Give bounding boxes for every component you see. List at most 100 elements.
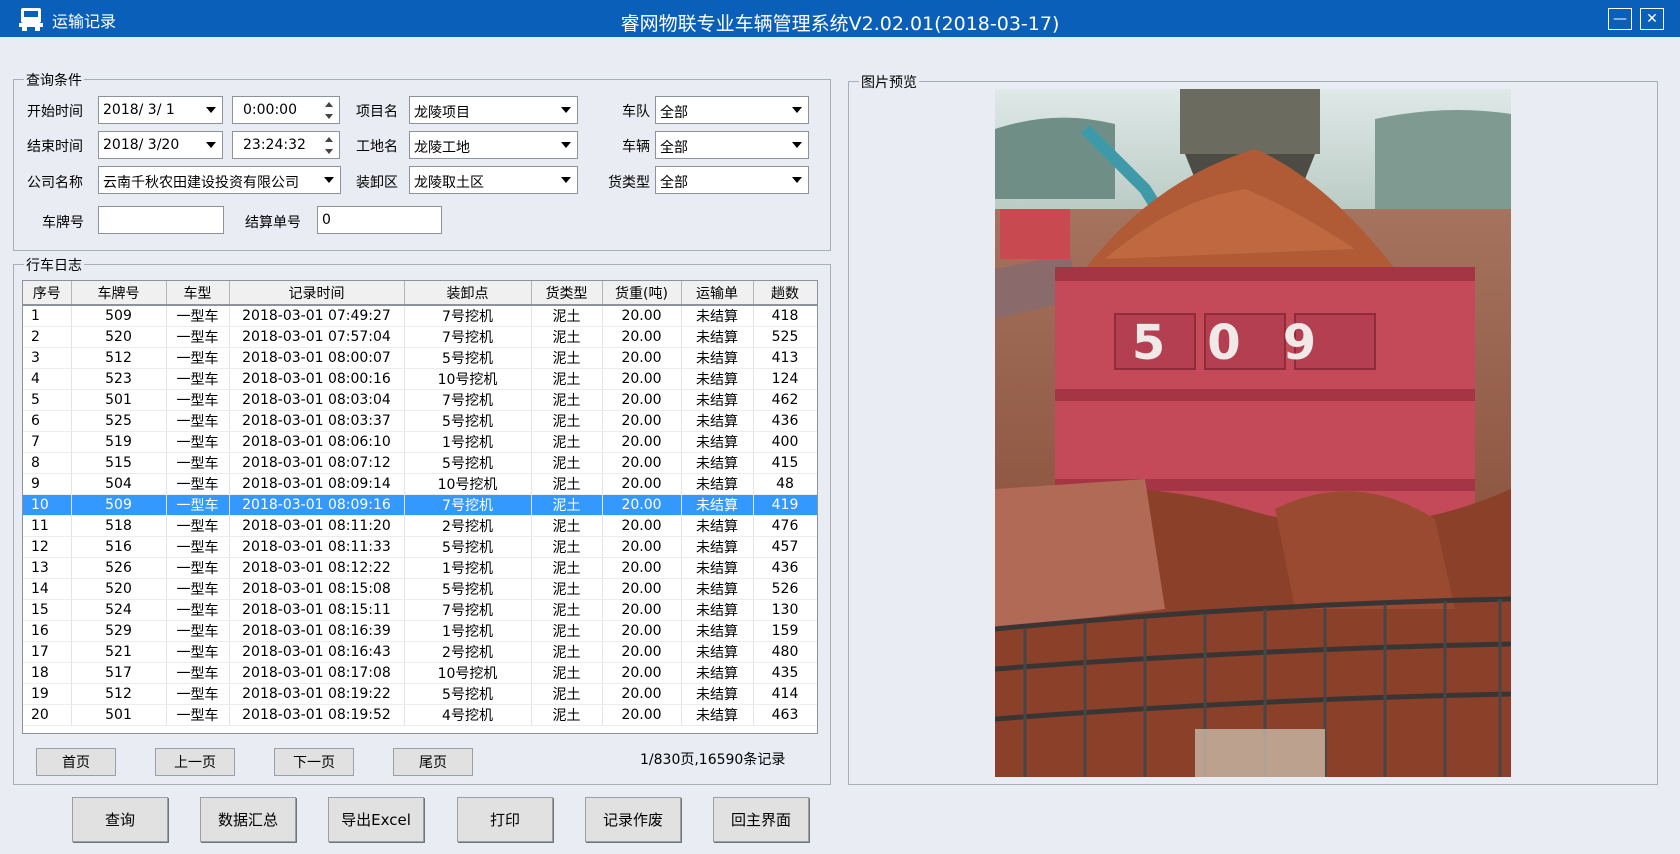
table-cell: 13 — [23, 557, 72, 579]
column-header[interactable]: 装卸点 — [404, 281, 532, 306]
table-row[interactable]: 15 524 一型车 2018-03-01 08:15:11 7号挖机 泥土 20.00 未结… — [23, 599, 817, 621]
end-date-picker[interactable]: 2018/ 3/20 — [98, 131, 223, 159]
company-select[interactable]: 云南千秋农田建设投资有限公司 — [98, 166, 341, 194]
column-header[interactable]: 车型 — [166, 281, 230, 306]
table-cell: 泥土 — [531, 620, 603, 642]
chevron-down-icon[interactable] — [787, 169, 807, 191]
truck-photo: 509 — [995, 89, 1511, 777]
table-row[interactable]: 19 512 一型车 2018-03-01 08:19:22 5号挖机 泥土 20.00 未结… — [23, 683, 817, 705]
table-cell: 20.00 — [602, 578, 682, 600]
table-row[interactable]: 8 515 一型车 2018-03-01 08:07:12 5号挖机 泥土 20.00 未结算… — [23, 452, 817, 474]
export-excel-button[interactable]: 导出Excel — [328, 797, 424, 842]
prev-page-button[interactable]: 上一页 — [155, 748, 235, 776]
column-header[interactable]: 货重(吨) — [602, 281, 682, 306]
chevron-down-icon[interactable] — [556, 169, 576, 191]
chevron-down-icon[interactable] — [556, 134, 576, 156]
table-row[interactable]: 1 509 一型车 2018-03-01 07:49:27 7号挖机 泥土 20.00 未结算… — [23, 305, 817, 327]
table-cell: 20.00 — [602, 473, 682, 495]
chevron-down-icon[interactable] — [201, 134, 221, 156]
table-cell: 6 — [23, 410, 72, 432]
chevron-down-icon[interactable] — [319, 169, 339, 191]
table-row[interactable]: 11 518 一型车 2018-03-01 08:11:20 2号挖机 泥土 20.00 未结… — [23, 515, 817, 537]
spin-up-icon[interactable] — [320, 133, 338, 145]
table-row[interactable]: 14 520 一型车 2018-03-01 08:15:08 5号挖机 泥土 20.00 未结… — [23, 578, 817, 600]
load-area-value: 龙陵取土区 — [414, 175, 484, 191]
table-cell: 524 — [71, 599, 167, 621]
table-cell: 519 — [71, 431, 167, 453]
minimize-button[interactable]: — — [1608, 8, 1632, 30]
chevron-down-icon[interactable] — [556, 99, 576, 121]
last-page-button[interactable]: 尾页 — [393, 748, 473, 776]
table-cell: 1号挖机 — [404, 557, 532, 579]
table-row[interactable]: 7 519 一型车 2018-03-01 08:06:10 1号挖机 泥土 20.00 未结算… — [23, 431, 817, 453]
fleet-select[interactable]: 全部 — [655, 96, 809, 124]
table-row[interactable]: 4 523 一型车 2018-03-01 08:00:16 10号挖机 泥土 20.00 未结… — [23, 368, 817, 390]
table-cell: 3 — [23, 347, 72, 369]
chevron-down-icon[interactable] — [201, 99, 221, 121]
table-cell: 泥土 — [531, 494, 603, 516]
spin-up-icon[interactable] — [320, 98, 338, 110]
chevron-down-icon[interactable] — [787, 134, 807, 156]
table-cell: 20.00 — [602, 452, 682, 474]
vehicle-select[interactable]: 全部 — [655, 131, 809, 159]
table-row[interactable]: 9 504 一型车 2018-03-01 08:09:14 10号挖机 泥土 20.00 未结… — [23, 473, 817, 495]
table-cell: 526 — [71, 557, 167, 579]
first-page-button[interactable]: 首页 — [36, 748, 116, 776]
table-row[interactable]: 16 529 一型车 2018-03-01 08:16:39 1号挖机 泥土 20.00 未结… — [23, 620, 817, 642]
column-header[interactable]: 运输单 — [681, 281, 754, 306]
spin-down-icon[interactable] — [320, 145, 338, 157]
plate-input[interactable] — [98, 206, 224, 234]
print-button[interactable]: 打印 — [457, 797, 553, 842]
table-row[interactable]: 17 521 一型车 2018-03-01 08:16:43 2号挖机 泥土 20.00 未结… — [23, 641, 817, 663]
query-legend: 查询条件 — [24, 70, 84, 90]
load-area-label: 装卸区 — [356, 175, 398, 191]
cargo-type-select[interactable]: 全部 — [655, 166, 809, 194]
table-row[interactable]: 18 517 一型车 2018-03-01 08:17:08 10号挖机 泥土 20.00 未… — [23, 662, 817, 684]
start-date-picker[interactable]: 2018/ 3/ 1 — [98, 96, 223, 124]
table-cell: 一型车 — [166, 620, 230, 642]
table-cell: 20.00 — [602, 368, 682, 390]
end-time-spinner[interactable]: 23:24:32 — [232, 131, 340, 159]
table-cell: 一型车 — [166, 662, 230, 684]
table-cell: 一型车 — [166, 326, 230, 348]
column-header[interactable]: 趟数 — [753, 281, 817, 306]
spin-down-icon[interactable] — [320, 110, 338, 122]
table-row[interactable]: 13 526 一型车 2018-03-01 08:12:22 1号挖机 泥土 20.00 未结… — [23, 557, 817, 579]
page-info: 1/830页,16590条记录 — [640, 752, 786, 768]
table-cell: 462 — [753, 389, 817, 411]
table-cell: 2018-03-01 08:12:22 — [229, 557, 405, 579]
column-header[interactable]: 车牌号 — [71, 281, 167, 306]
table-row[interactable]: 2 520 一型车 2018-03-01 07:57:04 7号挖机 泥土 20.00 未结算… — [23, 326, 817, 348]
next-page-button[interactable]: 下一页 — [274, 748, 354, 776]
table-row[interactable]: 6 525 一型车 2018-03-01 08:03:37 5号挖机 泥土 20.00 未结算… — [23, 410, 817, 432]
table-cell: 20.00 — [602, 305, 682, 327]
column-header[interactable]: 序号 — [23, 281, 72, 306]
table-row[interactable]: 12 516 一型车 2018-03-01 08:11:33 5号挖机 泥土 20.00 未结… — [23, 536, 817, 558]
summary-button[interactable]: 数据汇总 — [200, 797, 296, 842]
start-time-spinner[interactable]: 0:00:00 — [232, 96, 340, 124]
chevron-down-icon[interactable] — [787, 99, 807, 121]
column-header[interactable]: 货类型 — [531, 281, 603, 306]
table-row[interactable]: 5 501 一型车 2018-03-01 08:03:04 7号挖机 泥土 20.00 未结算… — [23, 389, 817, 411]
table-row[interactable]: 3 512 一型车 2018-03-01 08:00:07 5号挖机 泥土 20.00 未结算… — [23, 347, 817, 369]
site-select[interactable]: 龙陵工地 — [409, 131, 578, 159]
void-record-button[interactable]: 记录作废 — [585, 797, 681, 842]
table-cell: 一型车 — [166, 473, 230, 495]
table-row[interactable]: 20 501 一型车 2018-03-01 08:19:52 4号挖机 泥土 20.00 未结… — [23, 704, 817, 726]
table-cell: 20.00 — [602, 662, 682, 684]
table-cell: 一型车 — [166, 599, 230, 621]
table-cell: 16 — [23, 620, 72, 642]
query-button[interactable]: 查询 — [72, 797, 168, 842]
settle-no-value: 0 — [322, 212, 331, 228]
project-select[interactable]: 龙陵项目 — [409, 96, 578, 124]
table-row[interactable]: 10 509 一型车 2018-03-01 08:09:16 7号挖机 泥土 20.00 未结… — [23, 494, 817, 516]
load-area-select[interactable]: 龙陵取土区 — [409, 166, 578, 194]
close-button[interactable]: ✕ — [1640, 8, 1664, 30]
column-header[interactable]: 记录时间 — [229, 281, 405, 306]
settle-no-input[interactable]: 0 — [317, 206, 442, 234]
table-cell: 10号挖机 — [404, 368, 532, 390]
log-table[interactable]: 序号 车牌号 车型 记录时间 装卸点 货类型 货重(吨) 运输单 趟数 1 509 一型车 2018-… — [22, 280, 818, 734]
table-cell: 20.00 — [602, 704, 682, 726]
table-cell: 一型车 — [166, 368, 230, 390]
home-button[interactable]: 回主界面 — [713, 797, 809, 842]
